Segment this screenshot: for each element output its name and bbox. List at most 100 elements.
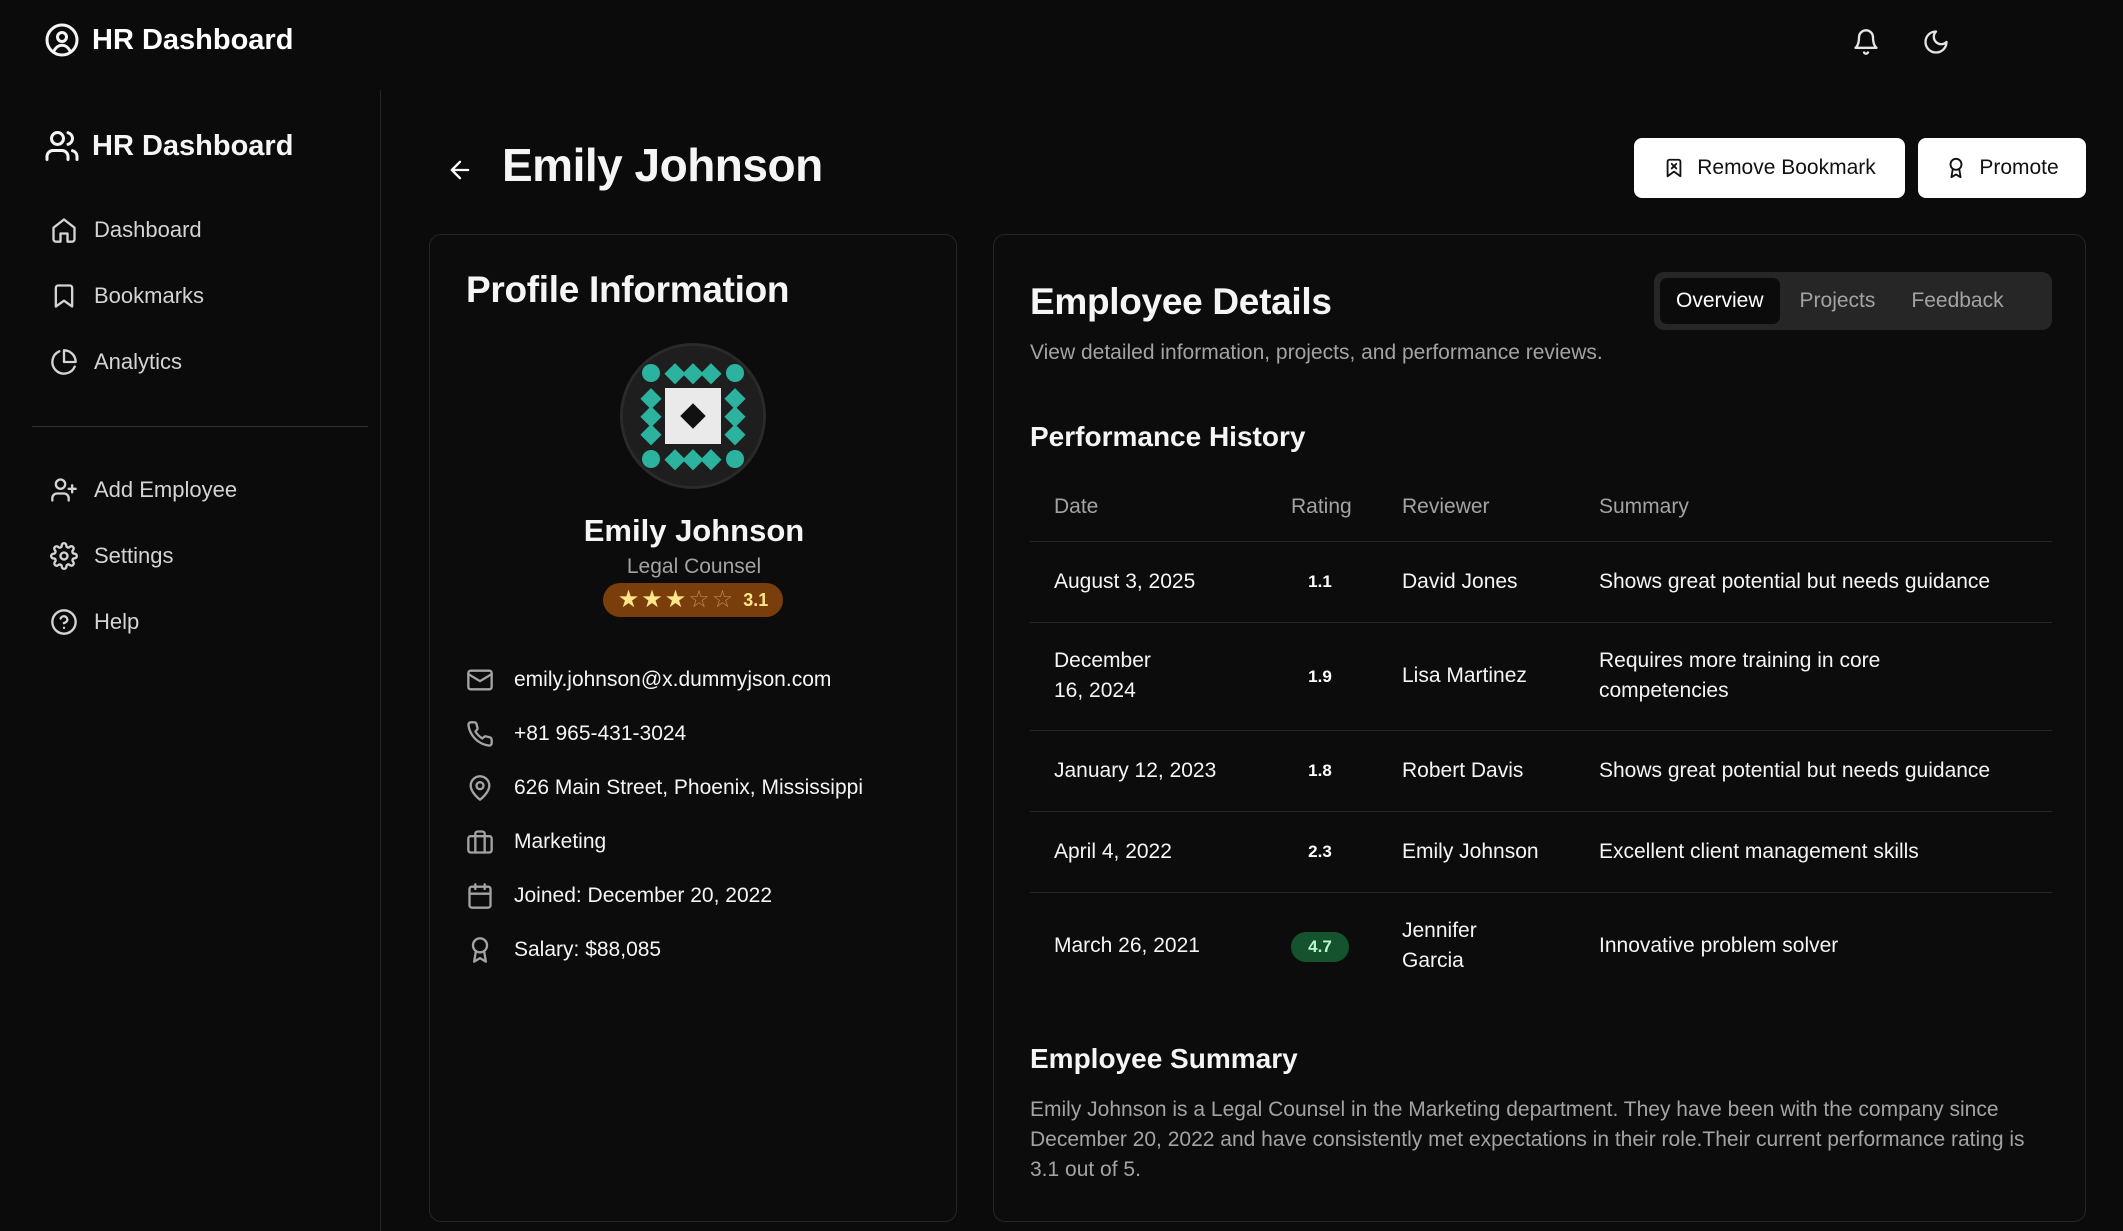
arrow-left-icon — [446, 156, 474, 184]
row-date: August 3, 2025 — [1030, 541, 1267, 623]
sidebar-item-settings[interactable]: Settings — [32, 523, 368, 589]
salary-value: Salary: $88,085 — [514, 938, 662, 961]
rating-pill: 2.3 — [1308, 842, 1332, 861]
employee-details-card: Employee Details View detailed informati… — [993, 234, 2086, 1222]
user-plus-icon — [50, 476, 78, 504]
star-rating: ★ ★ ★ ☆ ☆ — [618, 588, 734, 612]
profile-role: Legal Counsel — [626, 555, 762, 578]
sidebar-item-label: Bookmarks — [94, 283, 205, 308]
row-summary: Requires more training in core competenc… — [1575, 622, 2052, 731]
address-row: 626 Main Street, Phoenix, Mississippi — [466, 761, 863, 815]
bell-icon — [1852, 28, 1880, 56]
row-summary: Shows great potential but needs guidance — [1575, 730, 2052, 812]
profile-card: Profile Information Emily Johnson Legal … — [429, 234, 957, 1222]
rating-pill: 1.9 — [1308, 666, 1332, 686]
star-empty-icon: ☆ — [711, 586, 734, 613]
row-summary: Innovative problem solver — [1599, 934, 1839, 958]
tab-feedback[interactable]: Feedback — [1895, 278, 2019, 324]
profile-card-title: Profile Information — [466, 269, 790, 310]
table-row: December 16, 2024 1.9 Lisa Martinez Requ… — [1030, 622, 2052, 731]
home-icon — [50, 216, 78, 244]
sidebar-item-label: Settings — [94, 543, 174, 568]
bookmark-icon — [50, 282, 78, 310]
performance-history-title: Performance History — [1030, 421, 1306, 452]
details-tabs: Overview Projects Feedback — [1654, 272, 2052, 330]
promote-button[interactable]: Promote — [1918, 138, 2086, 198]
row-reviewer: Emily Johnson — [1378, 811, 1575, 893]
row-reviewer: Jennifer Garcia — [1402, 919, 1477, 973]
rating-pill: 1.8 — [1308, 761, 1332, 780]
briefcase-icon — [466, 828, 494, 856]
contact-info-list: emily.johnson@x.dummyjson.com +81 965-43… — [466, 653, 863, 977]
star-filled-icon: ★ — [664, 586, 687, 613]
row-date: March 26, 2021 — [1054, 934, 1200, 958]
sidebar-main-nav: Dashboard Bookmarks Analytics — [32, 197, 368, 395]
sidebar-item-label: Analytics — [94, 349, 183, 374]
row-reviewer: David Jones — [1378, 541, 1575, 623]
employee-summary-title: Employee Summary — [1030, 1043, 1298, 1074]
column-header-date[interactable]: Date — [1030, 473, 1267, 542]
sidebar-secondary-nav: Add Employee Settings Help — [32, 457, 368, 655]
avatar — [620, 343, 766, 489]
joined-row: Joined: December 20, 2022 — [466, 869, 863, 923]
row-summary: Excellent client management skills — [1575, 811, 2052, 893]
moon-icon — [1922, 28, 1950, 56]
topbar-brand[interactable]: HR Dashboard — [44, 22, 293, 58]
sidebar: HR Dashboard Dashboard Bookmarks Analyti… — [0, 90, 381, 1231]
sidebar-item-analytics[interactable]: Analytics — [32, 329, 368, 395]
award-icon — [1945, 157, 1967, 179]
sidebar-item-help[interactable]: Help — [32, 589, 368, 655]
sidebar-item-label: Add Employee — [94, 477, 238, 502]
row-reviewer: Robert Davis — [1378, 730, 1575, 812]
top-bar: HR Dashboard — [0, 0, 2123, 84]
table-row: March 26, 2021 4.7 Jennifer Garcia Innov… — [1030, 892, 2052, 1000]
column-header-reviewer[interactable]: Reviewer — [1378, 473, 1575, 542]
user-circle-icon — [44, 22, 80, 58]
profile-name: Emily Johnson — [583, 513, 805, 548]
row-date: December 16, 2024 — [1030, 622, 1267, 731]
mail-icon — [466, 666, 494, 694]
bookmark-x-icon — [1663, 157, 1685, 179]
department-row: Marketing — [466, 815, 863, 869]
address-value: 626 Main Street, Phoenix, Mississippi — [514, 776, 863, 799]
tab-projects[interactable]: Projects — [1784, 278, 1892, 324]
page-title: Emily Johnson — [502, 139, 823, 191]
sidebar-item-add-employee[interactable]: Add Employee — [32, 457, 368, 523]
table-row: January 12, 2023 1.8 Robert Davis Shows … — [1030, 730, 2052, 812]
joined-value: Joined: December 20, 2022 — [514, 884, 772, 907]
topbar-brand-text: HR Dashboard — [92, 23, 294, 56]
notifications-button[interactable] — [1848, 24, 1884, 60]
award-icon — [466, 936, 494, 964]
email-value: emily.johnson@x.dummyjson.com — [514, 668, 832, 691]
rating-badge: ★ ★ ★ ☆ ☆ 3.1 — [603, 583, 783, 617]
details-subtitle: View detailed information, projects, and… — [1030, 341, 1603, 364]
sidebar-item-label: Dashboard — [94, 217, 202, 242]
star-filled-icon: ★ — [617, 586, 640, 613]
remove-bookmark-button[interactable]: Remove Bookmark — [1634, 138, 1905, 198]
table-header-row: Date Rating Reviewer Summary — [1030, 473, 2052, 542]
pie-chart-icon — [50, 348, 78, 376]
rating-value: 3.1 — [743, 589, 769, 610]
sidebar-divider — [32, 426, 368, 427]
help-circle-icon — [50, 608, 78, 636]
back-button[interactable] — [440, 150, 480, 190]
sidebar-brand-text: HR Dashboard — [92, 129, 294, 162]
sidebar-item-dashboard[interactable]: Dashboard — [32, 197, 368, 263]
column-header-rating[interactable]: Rating — [1267, 473, 1378, 542]
promote-label: Promote — [1979, 156, 2059, 179]
sidebar-item-bookmarks[interactable]: Bookmarks — [32, 263, 368, 329]
row-date: April 4, 2022 — [1030, 811, 1267, 893]
gear-icon — [50, 542, 78, 570]
phone-value: +81 965-431-3024 — [514, 722, 687, 745]
sidebar-brand[interactable]: HR Dashboard — [44, 128, 293, 164]
star-empty-icon: ☆ — [688, 586, 710, 613]
rating-pill: 1.1 — [1308, 572, 1332, 591]
map-pin-icon — [466, 774, 494, 802]
users-icon — [44, 128, 80, 164]
details-card-title: Employee Details — [1030, 281, 1332, 322]
tab-overview[interactable]: Overview — [1660, 278, 1780, 324]
calendar-icon — [466, 882, 494, 910]
theme-toggle-button[interactable] — [1918, 24, 1954, 60]
column-header-summary[interactable]: Summary — [1575, 473, 2052, 542]
salary-row: Salary: $88,085 — [466, 923, 863, 977]
